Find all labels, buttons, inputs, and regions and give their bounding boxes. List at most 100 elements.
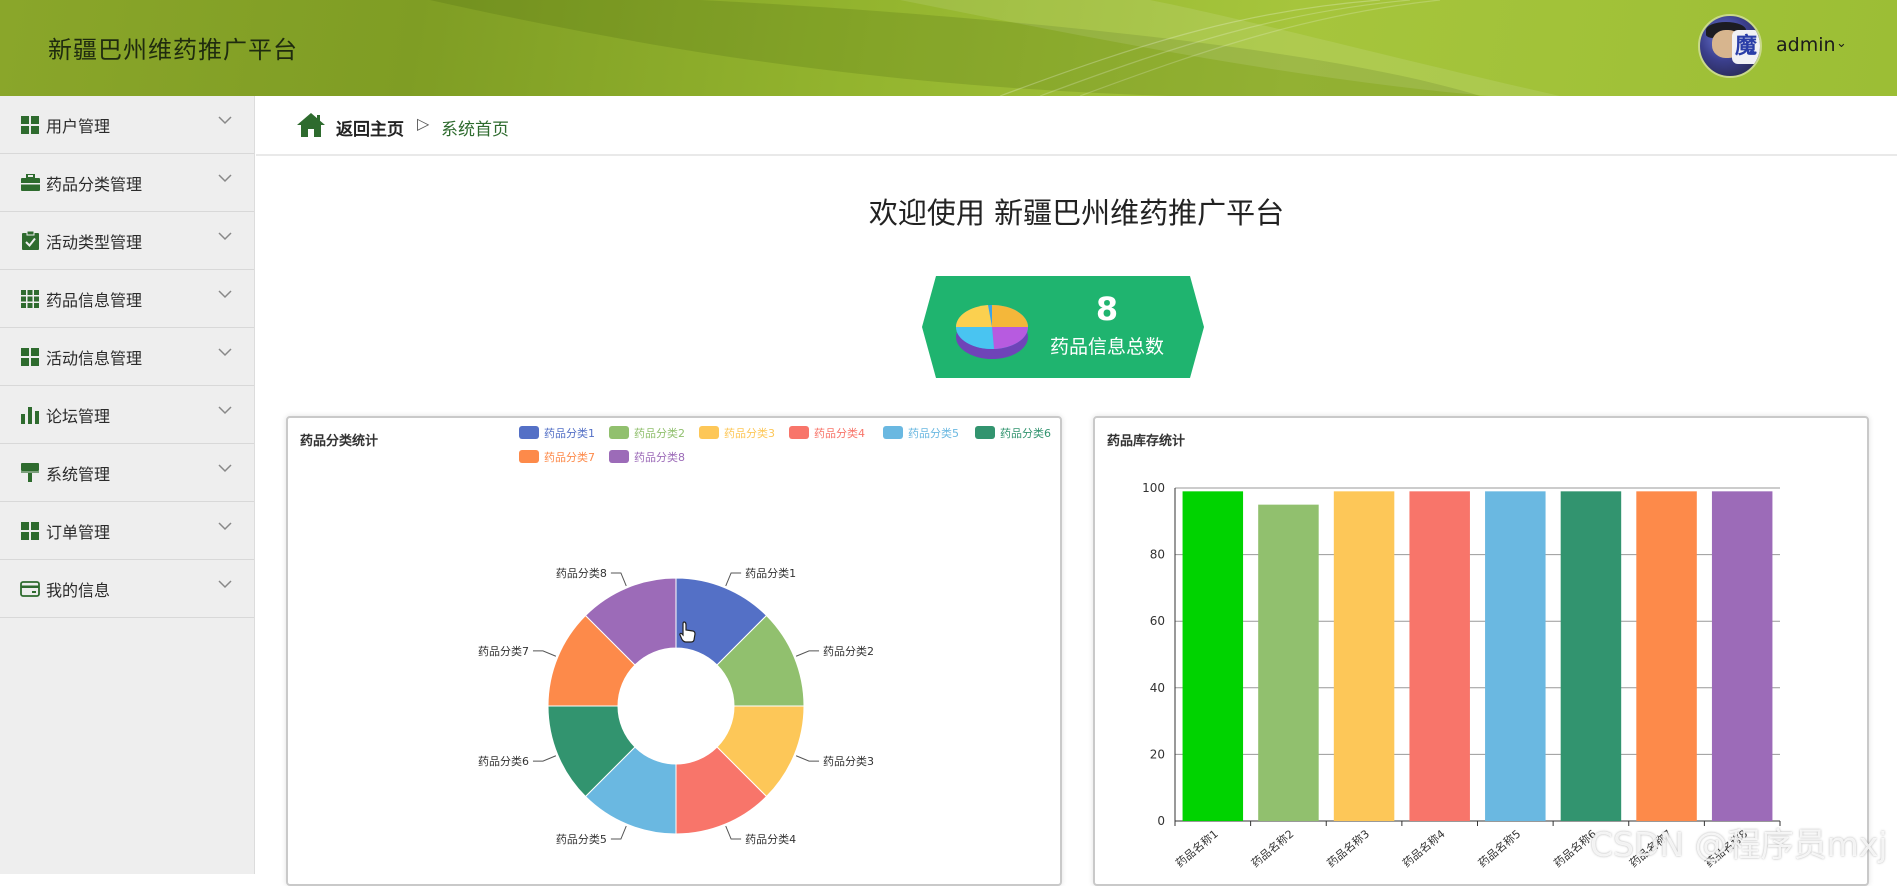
top-header: 新疆巴州维药推广平台 魔 admin ⌄	[0, 0, 1897, 96]
sidebar-item-label: 活动类型管理	[46, 232, 143, 252]
legend-label: 药品分类7	[544, 450, 595, 464]
chevron-down-icon	[218, 116, 232, 125]
grid-icon	[20, 347, 40, 367]
sidebar-item-label: 订单管理	[46, 522, 111, 542]
bar[interactable]	[1560, 491, 1622, 821]
sidebar-item-label: 系统管理	[46, 464, 111, 484]
y-tick-label: 80	[1150, 548, 1165, 562]
chevron-down-icon	[218, 348, 232, 357]
bar[interactable]	[1333, 491, 1395, 821]
legend-swatch	[519, 426, 539, 439]
y-tick-label: 60	[1150, 614, 1165, 628]
legend-label: 药品分类8	[634, 450, 685, 464]
legend-item[interactable]: 药品分类2	[609, 426, 685, 440]
sidebar-item-activity-type[interactable]: 活动类型管理	[0, 212, 254, 270]
y-tick-label: 100	[1142, 481, 1165, 495]
drug-category-chart-panel: 药品分类统计 药品分类1 药品分类2 药品分类3 药品分类4 药品分类5 药品分类6 药品分…	[286, 416, 1062, 886]
bar[interactable]	[1182, 491, 1244, 821]
sidebar-item-orders[interactable]: 订单管理	[0, 502, 254, 560]
pie-label-line	[795, 755, 820, 762]
pie-label-line	[610, 572, 627, 587]
bar[interactable]	[1409, 491, 1470, 821]
drug-stock-bar-chart: 020406080100药品名称1 药品名称2 药品名称3 药品名称4 药品名称5 药品名…	[1142, 481, 1781, 871]
x-tick-label: 药品名称2	[1248, 827, 1296, 871]
legend-item[interactable]: 药品分类4	[789, 426, 865, 440]
pie-label-line	[610, 825, 627, 840]
brush-icon	[20, 463, 40, 483]
clipboard-check-icon	[20, 231, 40, 251]
pie-slice-label: 药品分类7	[478, 644, 529, 658]
legend-label: 药品分类6	[1000, 426, 1051, 440]
legend-label: 药品分类4	[814, 426, 865, 440]
breadcrumb-current: 系统首页	[441, 120, 509, 140]
chevron-down-icon	[218, 522, 232, 531]
legend-swatch	[519, 450, 539, 463]
legend-item[interactable]: 药品分类3	[699, 426, 775, 440]
sidebar-item-drug-category[interactable]: 药品分类管理	[0, 154, 254, 212]
breadcrumb: 返回主页 ▷ 系统首页	[256, 96, 1897, 156]
pie-label-line	[532, 650, 557, 657]
stat-value: 8	[1095, 290, 1119, 328]
breadcrumb-separator: ▷	[417, 114, 430, 133]
bar-chart-icon	[20, 405, 40, 425]
briefcase-icon	[20, 173, 40, 193]
sidebar-item-label: 药品分类管理	[46, 174, 143, 194]
user-name[interactable]: admin	[1776, 34, 1836, 56]
legend-swatch	[609, 450, 629, 463]
pie-chart-icon	[955, 305, 1028, 359]
user-avatar[interactable]: 魔	[1698, 14, 1762, 78]
pie-label-line	[795, 650, 820, 657]
sidebar-item-activity-info[interactable]: 活动信息管理	[0, 328, 254, 386]
legend-label: 药品分类5	[908, 426, 959, 440]
x-tick-label: 药品名称5	[1475, 827, 1523, 871]
x-tick-label: 药品名称4	[1400, 827, 1448, 871]
sidebar-item-my-info[interactable]: 我的信息	[0, 560, 254, 618]
sidebar-item-forum[interactable]: 论坛管理	[0, 386, 254, 444]
bar[interactable]	[1711, 491, 1773, 821]
sidebar-item-system[interactable]: 系统管理	[0, 444, 254, 502]
bar[interactable]	[1636, 491, 1697, 821]
grid-icon	[20, 115, 40, 135]
x-tick-label: 药品名称1	[1173, 827, 1221, 871]
y-tick-label: 20	[1150, 747, 1165, 761]
home-icon[interactable]	[296, 112, 326, 138]
grid-icon	[20, 521, 40, 541]
drug-category-donut-chart: 药品分类1 药品分类2 药品分类3 药品分类4 药品分类5 药品分类6 药品分类7 药品分类8…	[478, 426, 1051, 846]
pie-slice-label: 药品分类3	[823, 754, 874, 768]
app-title: 新疆巴州维药推广平台	[48, 36, 298, 64]
pie-label-line	[725, 825, 742, 840]
watermark: CSDN @程序员mxj	[1590, 825, 1888, 864]
sidebar: 用户管理 药品分类管理 活动类型管理 药品信息管理 活动信息管理 论坛管理 系统…	[0, 96, 255, 874]
legend-item[interactable]: 药品分类7	[519, 450, 595, 464]
legend-swatch	[883, 426, 903, 439]
apps-grid-icon	[20, 289, 40, 309]
chevron-down-icon	[218, 580, 232, 589]
sidebar-item-label: 药品信息管理	[46, 290, 143, 310]
welcome-title: 欢迎使用 新疆巴州维药推广平台	[868, 196, 1285, 230]
chevron-down-icon	[218, 290, 232, 299]
bar[interactable]	[1258, 504, 1319, 821]
chevron-down-icon	[218, 406, 232, 415]
chevron-down-icon	[218, 464, 232, 473]
sidebar-item-user-management[interactable]: 用户管理	[0, 96, 254, 154]
legend-item[interactable]: 药品分类6	[975, 426, 1051, 440]
pie-slice-label: 药品分类4	[745, 832, 796, 846]
x-tick-label: 药品名称3	[1324, 827, 1372, 871]
legend-swatch	[789, 426, 809, 439]
pie-label-line	[532, 755, 557, 762]
pie-slice-label: 药品分类2	[823, 644, 874, 658]
sidebar-item-label: 我的信息	[46, 580, 111, 600]
chevron-down-icon[interactable]: ⌄	[1836, 36, 1847, 51]
breadcrumb-home-link[interactable]: 返回主页	[336, 115, 404, 140]
bar[interactable]	[1485, 491, 1546, 821]
legend-swatch	[699, 426, 719, 439]
legend-item[interactable]: 药品分类8	[609, 450, 685, 464]
legend-label: 药品分类2	[634, 426, 685, 440]
legend-item[interactable]: 药品分类1	[519, 426, 595, 440]
stat-label: 药品信息总数	[1049, 336, 1164, 358]
y-tick-label: 0	[1157, 814, 1165, 828]
legend-item[interactable]: 药品分类5	[883, 426, 959, 440]
pie-slice-label: 药品分类1	[745, 566, 796, 580]
chevron-down-icon	[218, 174, 232, 183]
sidebar-item-drug-info[interactable]: 药品信息管理	[0, 270, 254, 328]
